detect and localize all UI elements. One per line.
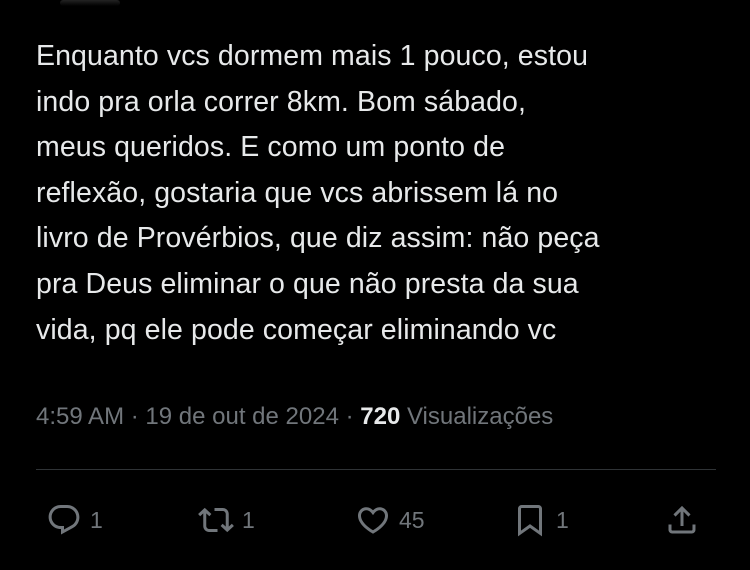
reply-icon bbox=[46, 502, 82, 538]
share-icon bbox=[664, 502, 700, 538]
tweet-text-line: pra Deus eliminar o que não presta da su… bbox=[36, 267, 579, 300]
tweet-date[interactable]: 19 de out de 2024 bbox=[145, 403, 339, 430]
action-bar: 1 1 45 1 bbox=[0, 496, 750, 544]
tweet-text-line: livro de Provérbios, que diz assim: não … bbox=[36, 222, 600, 255]
tweet-text: Enquanto vcs dormem mais 1 pouco, estou … bbox=[36, 34, 726, 353]
tweet-text-line: reflexão, gostaria que vcs abrissem lá n… bbox=[36, 176, 559, 209]
tweet-text-line: meus queridos. E como um ponto de bbox=[36, 131, 506, 164]
meta-separator: · bbox=[130, 403, 139, 430]
like-button[interactable]: 45 bbox=[355, 496, 425, 544]
reply-count: 1 bbox=[90, 506, 103, 533]
meta-separator: · bbox=[345, 403, 354, 430]
views-count[interactable]: 720 bbox=[360, 403, 400, 430]
reply-button[interactable]: 1 bbox=[46, 496, 103, 544]
like-count: 45 bbox=[399, 506, 425, 533]
retweet-button[interactable]: 1 bbox=[198, 496, 255, 544]
tweet-text-line: indo pra orla correr 8km. Bom sábado, bbox=[36, 85, 527, 118]
tweet-time[interactable]: 4:59 AM bbox=[36, 403, 124, 430]
retweet-count: 1 bbox=[242, 506, 255, 533]
bookmark-button[interactable]: 1 bbox=[512, 496, 569, 544]
heart-icon bbox=[355, 502, 391, 538]
views-label[interactable]: Visualizações bbox=[407, 403, 553, 430]
divider bbox=[36, 469, 716, 470]
tweet-meta: 4:59 AM · 19 de out de 2024 · 720 Visual… bbox=[36, 399, 553, 435]
tweet-text-line: vida, pq ele pode começar eliminando vc bbox=[36, 313, 557, 346]
bookmark-count: 1 bbox=[556, 506, 569, 533]
retweet-icon bbox=[198, 502, 234, 538]
share-button[interactable] bbox=[664, 496, 700, 544]
bookmark-icon bbox=[512, 502, 548, 538]
tweet-text-line: Enquanto vcs dormem mais 1 pouco, estou bbox=[36, 40, 589, 72]
previous-element-edge bbox=[60, 0, 120, 6]
